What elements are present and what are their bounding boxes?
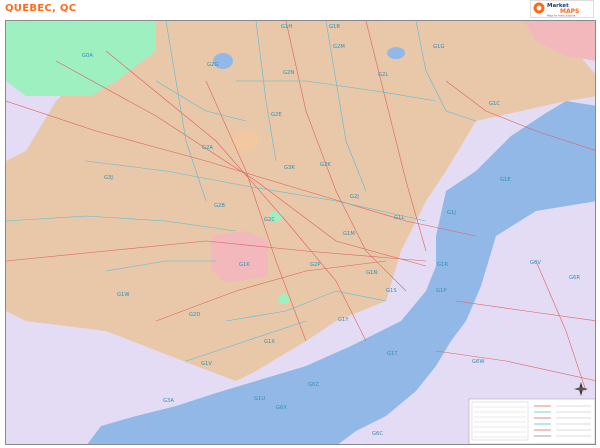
zip-label: G2P [310, 262, 320, 268]
zip-label: G3K [284, 165, 295, 171]
zip-label: G1P [436, 288, 446, 294]
lake-central [232, 131, 260, 151]
zip-label: G2C [264, 217, 275, 223]
header-bar: QUEBEC, QC Market MAPS Maps for every pu… [0, 0, 600, 20]
zip-label: G1U [254, 396, 265, 402]
zip-label: G2J [350, 194, 359, 200]
zip-label: G2B [214, 203, 225, 209]
zip-label: G1Y [338, 317, 349, 323]
zip-label: G2K [320, 162, 331, 168]
zip-label: G1X [264, 339, 275, 345]
map-title: QUEBEC, QC [5, 3, 77, 14]
zip-label: G6Z [308, 382, 319, 388]
zip-label: G1H [281, 24, 292, 30]
zip-label: G1E [500, 177, 511, 183]
zip-label: G1V [201, 361, 212, 367]
legend-panel [468, 398, 595, 444]
market-maps-logo: Market MAPS Maps for every purpose [530, 0, 594, 18]
zip-label: G1C [489, 101, 500, 107]
zip-label: G2L [378, 72, 388, 78]
zip-label: G1N [366, 270, 377, 276]
zip-label: G1W [117, 292, 129, 298]
zip-label: G6W [472, 359, 484, 365]
zip-label: G1T [387, 351, 398, 357]
zip-label: G6X [276, 405, 287, 411]
zip-label: G1B [329, 24, 340, 30]
logo-tagline: Maps for every purpose [547, 15, 576, 18]
pink-land-g2e [211, 231, 268, 283]
map-frame: QUEBEC, QC Market MAPS Maps for every pu… [0, 0, 600, 448]
zip-label: G1G [433, 44, 444, 50]
zip-label: G1M [343, 231, 355, 237]
map-svg[interactable]: G0A G1H G1B G2G G2M G2N G2L G1G G2E G1C … [6, 21, 596, 445]
zip-label: G6V [530, 260, 541, 266]
zip-label: G2M [333, 44, 345, 50]
zip-label: G2N [283, 70, 294, 76]
zip-label: G2E [271, 112, 282, 118]
zip-label: G3A [163, 398, 174, 404]
zip-label: G1J [447, 210, 456, 216]
zip-label: G3J [104, 175, 113, 181]
park-south [278, 294, 290, 304]
lake-north [387, 47, 405, 59]
zip-label: G6R [569, 275, 580, 281]
zip-label: G2D [189, 312, 200, 318]
zip-label: G1L [394, 215, 404, 221]
map-canvas[interactable]: G0A G1H G1B G2G G2M G2N G2L G1G G2E G1C … [5, 20, 596, 445]
zip-label: G2G [207, 62, 218, 68]
zip-label: G2A [202, 145, 213, 151]
zip-label: G1S [386, 288, 397, 294]
zip-label: G1R [437, 262, 448, 268]
zip-label: G1K [239, 262, 250, 268]
zip-label: G6C [372, 431, 383, 437]
zip-label: G0A [82, 53, 93, 59]
